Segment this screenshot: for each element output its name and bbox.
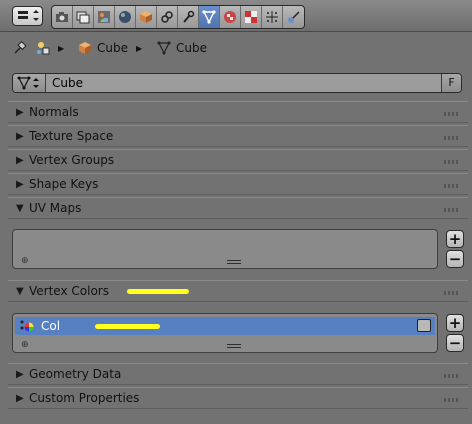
collapsed-arrow-icon: ▶ (16, 131, 24, 142)
vertex-color-name[interactable]: Col (41, 319, 60, 333)
active-render-camera-icon[interactable] (417, 319, 431, 332)
panel-vertex-groups[interactable]: ▶ Vertex Groups (8, 149, 468, 171)
breadcrumb-mesh: Cube (157, 40, 207, 56)
panel-shape-keys[interactable]: ▶ Shape Keys (8, 173, 468, 195)
panel-title: Texture Space (29, 129, 114, 143)
mesh-data-icon (202, 10, 216, 24)
tab-scene[interactable] (94, 6, 115, 28)
collapsed-arrow-icon: ▶ (16, 393, 24, 404)
panel-title: Vertex Groups (29, 153, 115, 167)
panel-drag-handle[interactable] (444, 160, 460, 164)
list-filter-toggle-icon[interactable]: ⊕ (21, 340, 29, 350)
fake-user-button[interactable]: F (441, 74, 461, 92)
breadcrumb-object: Cube (78, 40, 128, 56)
world-icon (119, 11, 131, 23)
particles-icon (266, 11, 278, 23)
scene-context-icon-wrap (36, 40, 52, 56)
scene-objects-icon (37, 42, 50, 55)
pin-icon (14, 41, 27, 54)
list-filter-toggle-icon[interactable]: ⊕ (21, 256, 29, 266)
breadcrumb-separator: ▶ (58, 43, 65, 53)
panel-title: Geometry Data (29, 367, 122, 381)
breadcrumb-mesh-label: Cube (176, 41, 207, 55)
panel-drag-handle[interactable] (444, 374, 460, 378)
vertex-color-remove-button[interactable]: − (446, 334, 464, 352)
list-resize-handle[interactable] (227, 260, 241, 264)
mesh-data-icon (17, 76, 39, 90)
tab-physics[interactable] (283, 6, 304, 28)
panel-title: UV Maps (29, 201, 82, 215)
panel-drag-handle[interactable] (444, 291, 460, 295)
vertex-colors-list[interactable]: Col ⊕ (12, 313, 438, 353)
uv-map-add-button[interactable]: + (446, 230, 464, 248)
uv-maps-list[interactable]: ⊕ (12, 229, 438, 269)
panel-normals[interactable]: ▶ Normals (8, 101, 468, 123)
vertex-color-icon (20, 320, 34, 332)
collapsed-arrow-icon: ▶ (16, 107, 24, 118)
panel-uv-maps[interactable]: ▼ UV Maps (8, 197, 468, 219)
panel-drag-handle[interactable] (444, 398, 460, 402)
vertex-color-add-button[interactable]: + (446, 314, 464, 332)
datablock-name-field[interactable]: Cube (46, 74, 441, 92)
panel-vertex-colors[interactable]: ▼ Vertex Colors (8, 280, 468, 302)
panel-texture-space[interactable]: ▶ Texture Space (8, 125, 468, 147)
list-item[interactable]: Col (15, 317, 435, 335)
collapsed-arrow-icon: ▶ (16, 369, 24, 380)
list-resize-handle[interactable] (227, 344, 241, 348)
panel-title: Custom Properties (29, 391, 140, 405)
expanded-arrow-icon: ▼ (16, 203, 24, 214)
texture-icon (245, 11, 257, 23)
material-icon (224, 11, 236, 23)
panel-title: Normals (29, 105, 79, 119)
mesh-datablock-selector: Cube F (12, 73, 462, 93)
expanded-arrow-icon: ▼ (16, 286, 24, 297)
mesh-data-icon (157, 41, 171, 55)
physics-icon (287, 11, 300, 23)
properties-header (0, 0, 472, 32)
scene-icon (98, 11, 110, 23)
camera-icon (56, 12, 68, 22)
tab-data[interactable] (199, 6, 220, 28)
pin-button[interactable] (13, 40, 27, 56)
panel-custom-properties[interactable]: ▶ Custom Properties (8, 387, 468, 409)
yellow-highlight-mark (95, 324, 160, 329)
cube-object-icon (140, 11, 152, 23)
wrench-icon (183, 10, 195, 23)
constraint-icon (161, 11, 173, 23)
collapsed-arrow-icon: ▶ (16, 179, 24, 190)
context-tabs (51, 5, 305, 29)
layers-icon (76, 11, 90, 24)
panel-drag-handle[interactable] (444, 112, 460, 116)
panel-title: Vertex Colors (29, 284, 109, 298)
breadcrumb-object-label: Cube (97, 41, 128, 55)
uv-map-remove-button[interactable]: − (446, 250, 464, 268)
object-cube-icon (79, 42, 91, 54)
tab-constraints[interactable] (157, 6, 178, 28)
panel-drag-handle[interactable] (444, 136, 460, 140)
panel-drag-handle[interactable] (444, 208, 460, 212)
tab-modifiers[interactable] (178, 6, 199, 28)
datablock-browse-button[interactable] (13, 74, 46, 92)
panel-drag-handle[interactable] (444, 184, 460, 188)
tab-particles[interactable] (262, 6, 283, 28)
collapsed-arrow-icon: ▶ (16, 155, 24, 166)
yellow-highlight-mark (127, 289, 189, 294)
panel-title: Shape Keys (29, 177, 99, 191)
properties-editor-icon (18, 10, 39, 21)
breadcrumb-separator: ▶ (136, 43, 143, 53)
tab-render[interactable] (52, 6, 73, 28)
tab-render-layers[interactable] (73, 6, 94, 28)
tab-texture[interactable] (241, 6, 262, 28)
panel-geometry-data[interactable]: ▶ Geometry Data (8, 363, 468, 385)
breadcrumb: ▶ Cube ▶ Cube (0, 32, 472, 66)
tab-object[interactable] (136, 6, 157, 28)
editor-type-button[interactable] (12, 6, 43, 26)
tab-material[interactable] (220, 6, 241, 28)
tab-world[interactable] (115, 6, 136, 28)
